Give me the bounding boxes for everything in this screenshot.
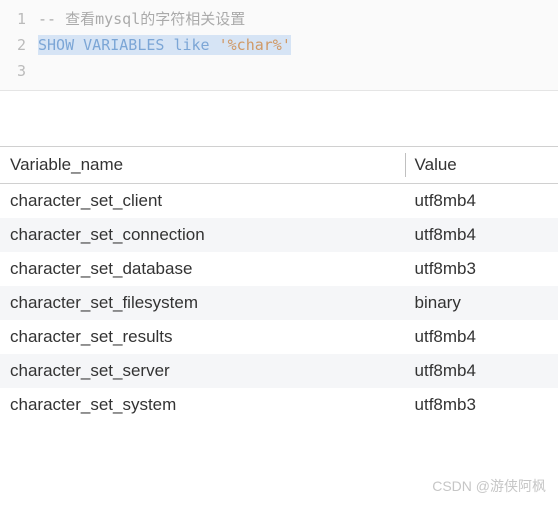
cell-value: utf8mb3	[405, 388, 558, 422]
table-row[interactable]: character_set_server utf8mb4	[0, 354, 558, 388]
code-content[interactable]: -- 查看mysql的字符相关设置 SHOW VARIABLES like '%…	[38, 6, 558, 84]
cell-variable-name: character_set_database	[0, 252, 405, 286]
table-row[interactable]: character_set_filesystem binary	[0, 286, 558, 320]
cell-value: utf8mb4	[405, 184, 558, 219]
comment-marker: --	[38, 10, 65, 28]
cell-variable-name: character_set_results	[0, 320, 405, 354]
code-line-1[interactable]: -- 查看mysql的字符相关设置	[38, 6, 558, 32]
results-table: Variable_name Value character_set_client…	[0, 146, 558, 422]
string-literal: '%char%'	[219, 36, 291, 54]
table-row[interactable]: character_set_client utf8mb4	[0, 184, 558, 219]
table-row[interactable]: character_set_results utf8mb4	[0, 320, 558, 354]
code-line-2[interactable]: SHOW VARIABLES like '%char%'	[38, 32, 558, 58]
table-row[interactable]: character_set_database utf8mb3	[0, 252, 558, 286]
table-header-row: Variable_name Value	[0, 147, 558, 184]
cell-variable-name: character_set_server	[0, 354, 405, 388]
code-line-3[interactable]	[38, 58, 558, 84]
keyword-like: like	[173, 36, 209, 54]
table-row[interactable]: character_set_connection utf8mb4	[0, 218, 558, 252]
table-row[interactable]: character_set_system utf8mb3	[0, 388, 558, 422]
cell-value: utf8mb4	[405, 354, 558, 388]
comment-text: 查看mysql的字符相关设置	[65, 10, 245, 28]
keyword-variables: VARIABLES	[83, 36, 164, 54]
cell-value: utf8mb4	[405, 218, 558, 252]
cell-value: utf8mb3	[405, 252, 558, 286]
cell-variable-name: character_set_system	[0, 388, 405, 422]
cell-value: utf8mb4	[405, 320, 558, 354]
line-gutter: 1 2 3	[0, 6, 38, 84]
cell-variable-name: character_set_filesystem	[0, 286, 405, 320]
watermark: CSDN @游侠阿枫	[432, 476, 546, 496]
spacer	[0, 91, 558, 146]
line-number: 1	[0, 6, 26, 32]
cell-variable-name: character_set_connection	[0, 218, 405, 252]
line-number: 2	[0, 32, 26, 58]
cell-variable-name: character_set_client	[0, 184, 405, 219]
keyword-show: SHOW	[38, 36, 74, 54]
code-editor[interactable]: 1 2 3 -- 查看mysql的字符相关设置 SHOW VARIABLES l…	[0, 0, 558, 91]
column-header-variable-name[interactable]: Variable_name	[0, 147, 405, 184]
line-number: 3	[0, 58, 26, 84]
column-header-value[interactable]: Value	[405, 147, 558, 184]
cell-value: binary	[405, 286, 558, 320]
table-body: character_set_client utf8mb4 character_s…	[0, 184, 558, 423]
